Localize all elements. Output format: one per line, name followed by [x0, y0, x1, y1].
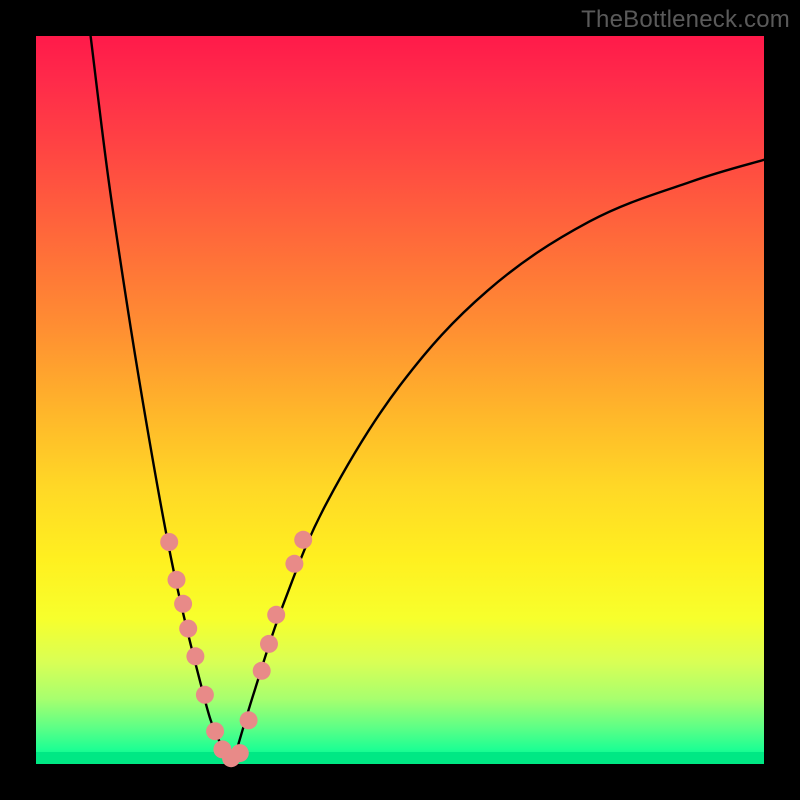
data-dot — [160, 533, 178, 551]
data-dot — [174, 595, 192, 613]
data-dot — [231, 744, 249, 762]
curve-right-branch — [233, 160, 764, 764]
data-dot — [168, 571, 186, 589]
chart-overlay — [36, 36, 764, 764]
watermark-text: TheBottleneck.com — [581, 6, 790, 34]
data-dot — [206, 722, 224, 740]
baseline-band — [36, 752, 764, 764]
data-dot — [179, 620, 197, 638]
data-dot — [285, 555, 303, 573]
data-dot — [186, 647, 204, 665]
data-dot — [196, 686, 214, 704]
data-dot — [253, 662, 271, 680]
chart-canvas: TheBottleneck.com — [0, 0, 800, 800]
dots-group — [160, 531, 312, 767]
data-dot — [240, 711, 258, 729]
data-dot — [294, 531, 312, 549]
data-dot — [260, 635, 278, 653]
data-dot — [267, 606, 285, 624]
curve-left-branch — [91, 36, 233, 764]
